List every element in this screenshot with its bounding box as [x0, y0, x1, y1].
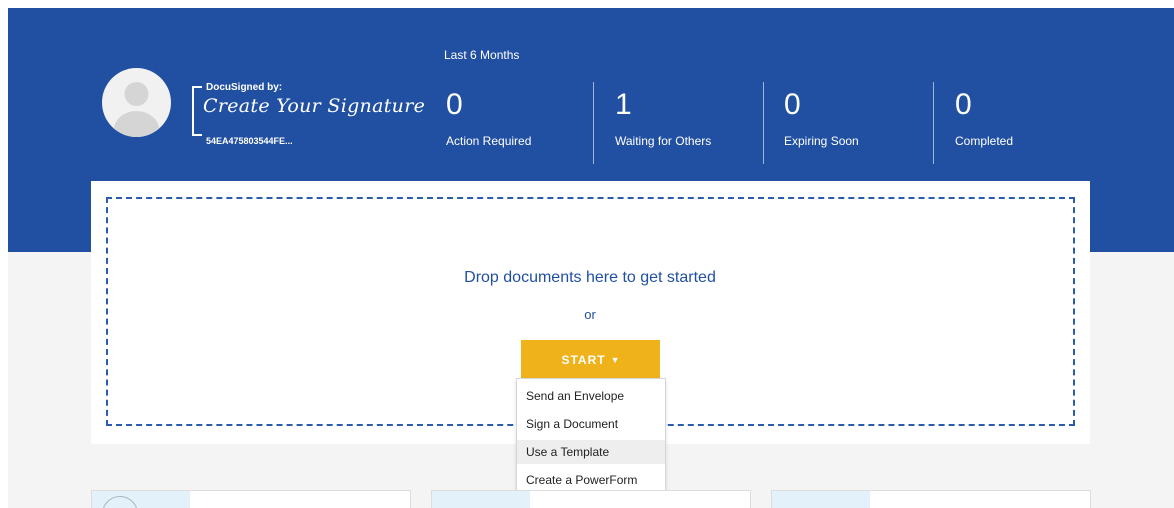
card-icon-area	[772, 491, 870, 508]
stat-divider	[593, 82, 594, 164]
stat-label: Expiring Soon	[784, 134, 859, 148]
period-label: Last 6 Months	[444, 48, 520, 62]
stat-count: 0	[784, 88, 801, 121]
docusign-home-page: DocuSigned by: Create Your Signature 54E…	[0, 0, 1174, 508]
card-icon-area	[432, 491, 530, 508]
signature-block[interactable]: DocuSigned by: Create Your Signature 54E…	[192, 79, 425, 147]
user-silhouette-icon	[113, 82, 160, 137]
stat-divider	[933, 82, 934, 164]
dashboard-card[interactable]	[91, 490, 411, 508]
card-circle-icon	[102, 496, 138, 508]
stat-label: Action Required	[446, 134, 532, 148]
signature-signed-by: DocuSigned by:	[206, 82, 283, 93]
stat-count: 0	[955, 88, 972, 121]
avatar[interactable]	[102, 68, 171, 137]
menu-item-sign-a-document[interactable]: Sign a Document	[517, 412, 665, 436]
stat-count: 0	[446, 88, 463, 121]
menu-item-create-a-powerform[interactable]: Create a PowerForm	[517, 468, 665, 492]
signature-bracket	[192, 86, 202, 136]
stat-label: Completed	[955, 134, 1014, 148]
signature-text: Create Your Signature	[203, 95, 426, 117]
stat-label: Waiting for Others	[615, 134, 712, 148]
menu-item-send-an-envelope[interactable]: Send an Envelope	[517, 384, 665, 408]
dashboard-card[interactable]	[771, 490, 1091, 508]
signature-id: 54EA475803544FE...	[206, 136, 293, 146]
caret-down-icon: ▼	[610, 354, 620, 365]
dashboard-card[interactable]	[431, 490, 751, 508]
drop-prompt: Drop documents here to get started	[464, 269, 716, 286]
start-button[interactable]: START ▼	[521, 340, 660, 379]
card-icon-area	[92, 491, 190, 508]
stat-count: 1	[615, 88, 632, 121]
stat-divider	[763, 82, 764, 164]
start-button-label: START	[561, 352, 606, 367]
menu-item-use-a-template[interactable]: Use a Template	[517, 440, 665, 464]
start-menu: Send an Envelope Sign a Document Use a T…	[516, 378, 666, 496]
drop-or: or	[584, 307, 596, 322]
